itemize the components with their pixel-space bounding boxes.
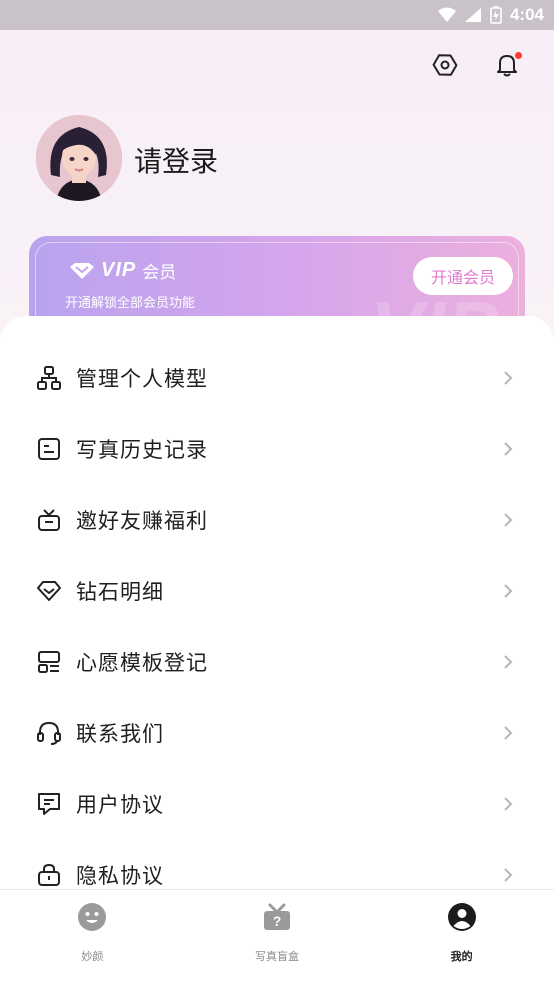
menu-item-label: 心愿模板登记 [76,650,208,675]
header-actions [432,52,522,78]
tab-label: 妙颜 [81,950,104,963]
avatar[interactable] [36,115,122,201]
smile-icon [78,903,107,931]
menu-item-label: 隐私协议 [76,863,164,888]
battery-icon [490,6,502,24]
headset-icon [37,721,61,745]
status-bar: 4:04 [0,0,554,30]
tab-label: 我的 [450,950,473,963]
diamond-icon [37,580,61,601]
signal-icon [464,8,481,22]
hierarchy-icon [37,365,61,390]
menu-item-label: 写真历史记录 [76,437,208,462]
vip-diamond-icon [70,262,94,279]
menu-item-wish-template[interactable]: 心愿模板登记 [0,626,554,697]
lock-icon [38,863,60,886]
svg-text:?: ? [273,913,282,929]
vip-logo-text: VIP [101,259,137,281]
menu-item-user-agreement[interactable]: 用户协议 [0,768,554,839]
tab-label: 写真盲盒 [255,950,299,963]
menu-item-label: 邀好友赚福利 [76,508,208,533]
login-prompt[interactable]: 请登录 [134,140,218,180]
chevron-right-icon [504,583,513,598]
menu-item-label: 管理个人模型 [76,366,208,391]
chevron-right-icon [504,867,513,882]
gift-box-icon [38,508,60,531]
menu-panel: 管理个人模型 写真历史记录 邀好友赚福利 钻石明细 心愿模板登记 联系我们 用户… [0,316,554,890]
wifi-icon [437,7,456,22]
chevron-right-icon [504,512,513,527]
history-card-icon [38,437,60,460]
avatar-image [36,115,122,201]
menu-list: 管理个人模型 写真历史记录 邀好友赚福利 钻石明细 心愿模板登记 联系我们 用户… [0,342,554,910]
menu-item-history[interactable]: 写真历史记录 [0,413,554,484]
vip-subtitle: 开通解锁全部会员功能 [65,296,196,311]
menu-item-label: 用户协议 [76,792,164,817]
vip-label: 会员 [142,263,177,283]
menu-item-label: 联系我们 [76,721,164,746]
menu-item-models[interactable]: 管理个人模型 [0,342,554,413]
open-vip-button[interactable]: 开通会员 [413,257,513,295]
menu-item-diamonds[interactable]: 钻石明细 [0,555,554,626]
settings-icon[interactable] [432,52,458,78]
menu-item-invite[interactable]: 邀好友赚福利 [0,484,554,555]
vip-logo: VIP 会员 [69,258,176,283]
clock: 4:04 [509,5,544,24]
tab-miaoyan[interactable]: 妙颜 [0,890,185,986]
user-icon [447,903,476,931]
chevron-right-icon [504,725,513,740]
chevron-right-icon [504,370,513,385]
agreement-icon [38,792,60,815]
tab-mine[interactable]: 我的 [369,890,554,986]
tab-photo-blind-box[interactable]: ? 写真盲盒 [185,890,370,986]
notification-button[interactable] [494,52,522,78]
menu-item-label: 钻石明细 [76,579,164,604]
menu-item-contact[interactable]: 联系我们 [0,697,554,768]
chevron-right-icon [504,441,513,456]
chevron-right-icon [504,654,513,669]
chevron-right-icon [504,796,513,811]
notification-badge [515,52,522,59]
bottom-tab-bar: 妙颜 ? 写真盲盒 我的 [0,889,554,986]
template-icon [38,650,60,673]
mystery-box-icon: ? [264,903,290,930]
